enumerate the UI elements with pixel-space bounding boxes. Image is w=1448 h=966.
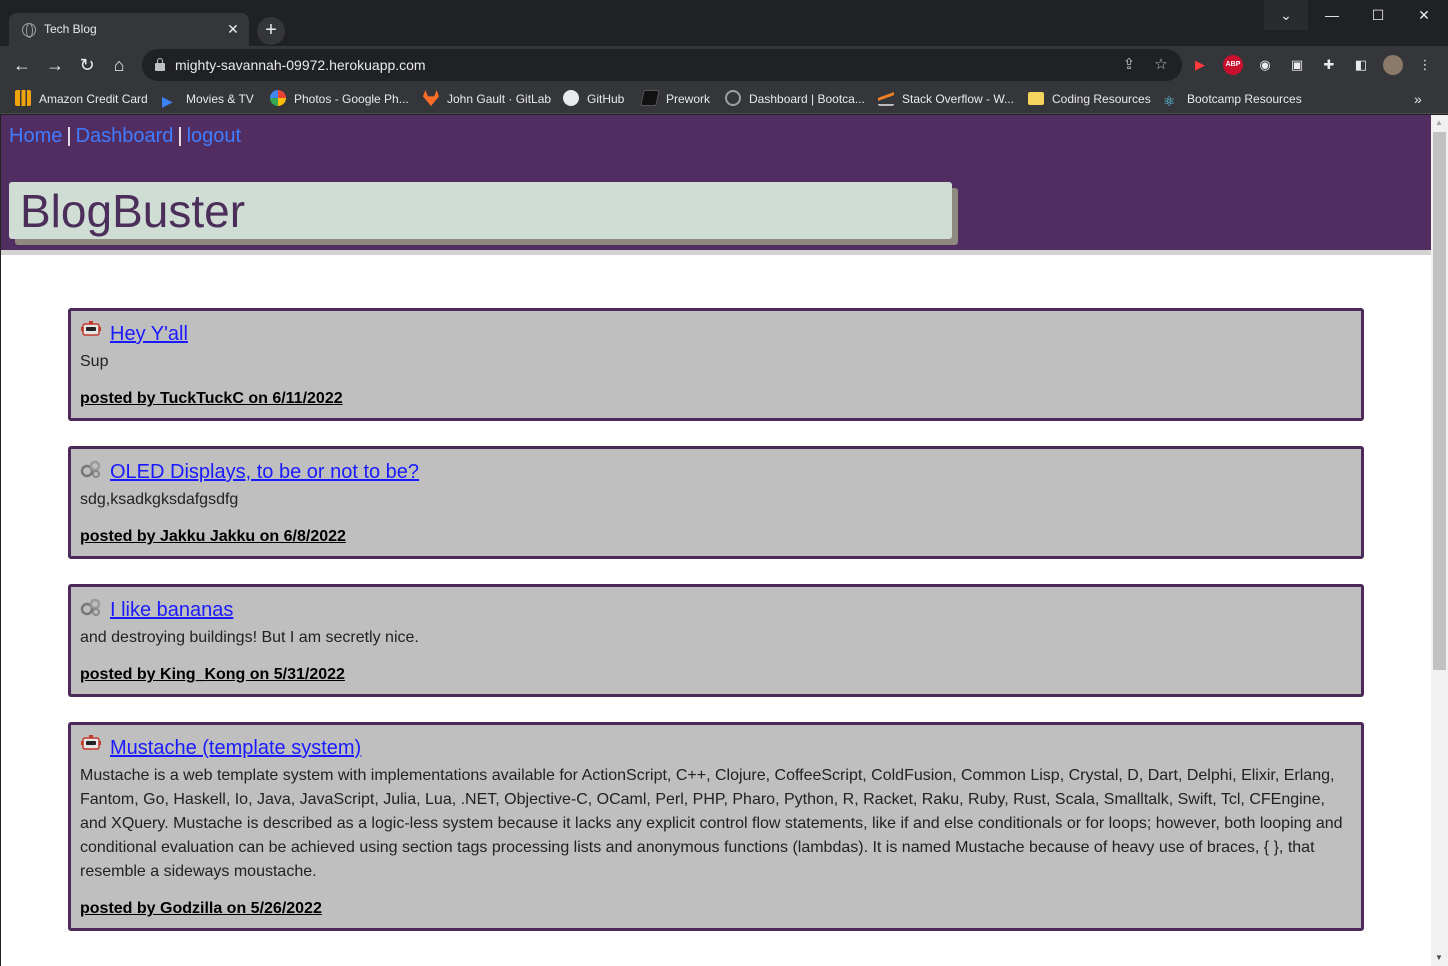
page-scrollbar[interactable]: ▲ ▼	[1431, 115, 1448, 966]
nav-logout-link[interactable]: logout	[187, 125, 242, 147]
site-title: BlogBuster	[20, 185, 246, 237]
post-card: I like bananas and destroying buildings!…	[68, 584, 1364, 697]
extensions-puzzle-icon[interactable]: ✚	[1319, 55, 1339, 75]
bookmark-star-icon[interactable]: ☆	[1150, 54, 1172, 76]
menu-kebab-icon[interactable]: ⋮	[1415, 55, 1435, 75]
forward-icon[interactable]: →	[42, 52, 68, 78]
post-title-link[interactable]: OLED Displays, to be or not to be?	[110, 461, 419, 483]
gears-icon	[80, 460, 101, 478]
bookmark-item[interactable]: Amazon Credit Card	[15, 89, 148, 109]
post-card: Hey Y'all Sup posted by TuckTuckC on 6/1…	[68, 308, 1364, 421]
bookmark-item[interactable]: GitHub	[563, 89, 624, 109]
new-tab-button[interactable]: +	[257, 17, 285, 45]
browser-toolbar: ← → ↻ ⌂ mighty-savannah-09972.herokuapp.…	[0, 46, 1448, 84]
github-icon	[563, 90, 579, 106]
url-text[interactable]: mighty-savannah-09972.herokuapp.com	[175, 57, 426, 73]
tab-search-icon[interactable]: ⌄	[1264, 0, 1308, 30]
share-icon[interactable]: ⇪	[1118, 54, 1140, 76]
scroll-down-icon[interactable]: ▼	[1435, 953, 1443, 962]
bookmark-item[interactable]: Stack Overflow - W...	[878, 89, 1014, 109]
side-panel-icon[interactable]: ◧	[1351, 55, 1371, 75]
nav-separator: |	[66, 125, 72, 147]
bookmark-item[interactable]: Dashboard | Bootca...	[725, 89, 865, 109]
robot-icon	[81, 321, 101, 336]
bookmark-item[interactable]: ⚛ Bootcamp Resources	[1163, 89, 1302, 109]
page-viewport: Home | Dashboard | logout BlogBuster Hey Y'a…	[1, 115, 1431, 966]
back-icon[interactable]: ←	[9, 52, 35, 78]
home-icon[interactable]: ⌂	[106, 52, 132, 78]
post-meta: posted by Jakku Jakku on 6/8/2022	[80, 528, 346, 545]
bookmarks-overflow-icon[interactable]: »	[1414, 89, 1422, 109]
site-nav: Home | Dashboard | logout	[9, 125, 241, 148]
post-meta: posted by TuckTuckC on 6/11/2022	[80, 390, 343, 407]
bookmark-item[interactable]: Photos - Google Ph...	[270, 89, 409, 109]
nav-dashboard-link[interactable]: Dashboard	[76, 125, 174, 147]
post-title-link[interactable]: Hey Y'all	[110, 323, 188, 345]
close-tab-icon[interactable]: ✕	[223, 19, 243, 39]
post-body: Sup	[80, 353, 109, 370]
bookmark-item[interactable]: Coding Resources	[1028, 89, 1151, 109]
address-bar[interactable]: mighty-savannah-09972.herokuapp.com ⇪ ☆	[142, 49, 1182, 81]
amazon-icon	[15, 90, 31, 106]
react-icon: ⚛	[1163, 93, 1176, 109]
nav-separator: |	[177, 125, 183, 147]
bookmark-item[interactable]: ▶ Movies & TV	[162, 89, 254, 109]
bookmark-item[interactable]: John Gault · GitLab	[423, 89, 551, 109]
tab-title: Tech Blog	[44, 22, 97, 36]
gitlab-icon	[423, 90, 439, 106]
adblock-extension-icon[interactable]: ABP	[1223, 55, 1243, 75]
play-icon: ▶	[162, 93, 173, 109]
scroll-up-icon[interactable]: ▲	[1435, 118, 1443, 127]
brand-banner: BlogBuster	[9, 182, 952, 239]
nav-home-link[interactable]: Home	[9, 125, 62, 147]
maximize-icon[interactable]: ☐	[1355, 0, 1401, 30]
post-title-link[interactable]: Mustache (template system)	[110, 737, 361, 759]
post-list: Hey Y'all Sup posted by TuckTuckC on 6/1…	[68, 308, 1364, 956]
reload-icon[interactable]: ↻	[74, 52, 100, 78]
scroll-thumb[interactable]	[1433, 132, 1446, 670]
minimize-icon[interactable]: —	[1309, 0, 1355, 30]
bookmarks-bar: Amazon Credit Card ▶ Movies & TV Photos -…	[0, 84, 1448, 114]
post-meta: posted by King_Kong on 5/31/2022	[80, 666, 345, 683]
folder-icon	[1028, 92, 1044, 105]
site-header: Home | Dashboard | logout BlogBuster	[1, 115, 1431, 255]
t-extension-icon[interactable]: ▣	[1287, 55, 1307, 75]
post-body: Mustache is a web template system with i…	[80, 767, 1343, 880]
post-card: Mustache (template system) Mustache is a…	[68, 722, 1364, 931]
post-body: sdg,ksadkgksdafgsdfg	[80, 491, 239, 508]
tab-strip: Tech Blog ✕ + ⌄ — ☐ ✕	[0, 0, 1448, 46]
post-meta: posted by Godzilla on 5/26/2022	[80, 900, 322, 917]
pinwheel-icon	[270, 90, 286, 106]
post-card: OLED Displays, to be or not to be? sdg,k…	[68, 446, 1364, 559]
post-title-link[interactable]: I like bananas	[110, 599, 233, 621]
screen-record-extension-icon[interactable]: ▶	[1190, 55, 1210, 75]
bookmark-item[interactable]: Prework	[640, 89, 710, 109]
gears-icon	[80, 598, 101, 616]
circle-extension-icon[interactable]: ◉	[1255, 55, 1275, 75]
stackoverflow-icon	[878, 90, 894, 106]
book-icon	[640, 90, 660, 106]
profile-avatar[interactable]	[1383, 55, 1403, 75]
post-body: and destroying buildings! But I am secre…	[80, 629, 419, 646]
robot-icon	[81, 735, 101, 750]
close-window-icon[interactable]: ✕	[1401, 0, 1447, 30]
browser-tab[interactable]: Tech Blog ✕	[9, 13, 249, 46]
lock-icon[interactable]	[155, 58, 165, 71]
globe-icon	[22, 23, 36, 38]
globe-icon	[725, 90, 741, 106]
